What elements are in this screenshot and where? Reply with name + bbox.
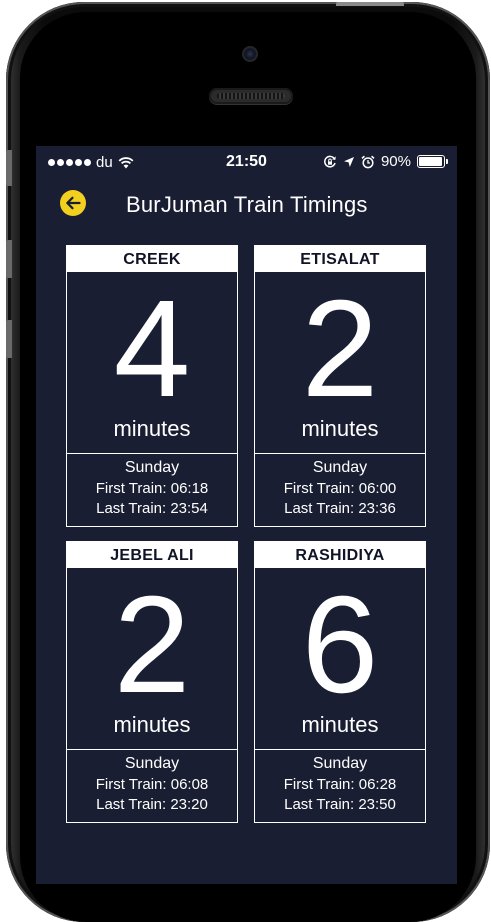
minutes-count: 6	[301, 568, 379, 722]
app-screen: du 21:50 90% BurJuman Train Timings CREE…	[36, 146, 457, 884]
volume-down-button	[6, 320, 12, 358]
schedule-day: Sunday	[124, 755, 180, 772]
front-camera	[242, 46, 258, 62]
schedule-day: Sunday	[312, 459, 368, 476]
sleep-button	[336, 2, 404, 6]
minutes-count: 2	[301, 272, 379, 426]
first-train-time: First Train: 06:18	[95, 480, 209, 497]
first-train-time: First Train: 06:00	[283, 480, 397, 497]
first-train-time: First Train: 06:08	[95, 776, 209, 793]
card-divider	[67, 453, 237, 454]
status-right: 90%	[323, 153, 448, 170]
station-name: ETISALAT	[255, 246, 425, 272]
card-divider	[67, 749, 237, 750]
battery-percent: 90%	[380, 153, 411, 170]
last-train-time: Last Train: 23:36	[284, 500, 396, 517]
last-train-time: Last Train: 23:20	[96, 796, 208, 813]
back-arrow-icon	[66, 196, 81, 210]
minutes-label: minutes	[113, 712, 191, 737]
alarm-icon	[361, 155, 375, 168]
schedule-day: Sunday	[124, 459, 180, 476]
last-train-time: Last Train: 23:50	[284, 796, 396, 813]
station-card-creek[interactable]: CREEK 4 minutes Sunday First Train: 06:1…	[66, 245, 238, 527]
volume-up-button	[6, 240, 12, 278]
station-card-jebel-ali[interactable]: JEBEL ALI 2 minutes Sunday First Train: …	[66, 541, 238, 823]
station-name: CREEK	[67, 246, 237, 272]
rotation-lock-icon	[324, 155, 336, 168]
location-arrow-icon	[343, 156, 354, 167]
nav-bar: BurJuman Train Timings	[36, 180, 457, 230]
minutes-count: 2	[113, 568, 191, 722]
minutes-label: minutes	[301, 416, 379, 441]
minutes-count: 4	[113, 272, 191, 426]
station-name: JEBEL ALI	[67, 542, 237, 568]
minutes-label: minutes	[301, 712, 379, 737]
station-card-etisalat[interactable]: ETISALAT 2 minutes Sunday First Train: 0…	[254, 245, 426, 527]
schedule-day: Sunday	[312, 755, 368, 772]
page-title: BurJuman Train Timings	[126, 192, 368, 217]
battery-icon	[417, 155, 448, 168]
mute-switch	[6, 150, 12, 186]
status-bar: du 21:50 90%	[36, 146, 457, 180]
back-button[interactable]	[60, 190, 86, 216]
station-card-rashidiya[interactable]: RASHIDIYA 6 minutes Sunday First Train: …	[254, 541, 426, 823]
minutes-label: minutes	[113, 416, 191, 441]
first-train-time: First Train: 06:28	[283, 776, 397, 793]
card-divider	[255, 749, 425, 750]
last-train-time: Last Train: 23:54	[96, 500, 208, 517]
station-name: RASHIDIYA	[255, 542, 425, 568]
earpiece-speaker	[209, 88, 293, 104]
card-divider	[255, 453, 425, 454]
